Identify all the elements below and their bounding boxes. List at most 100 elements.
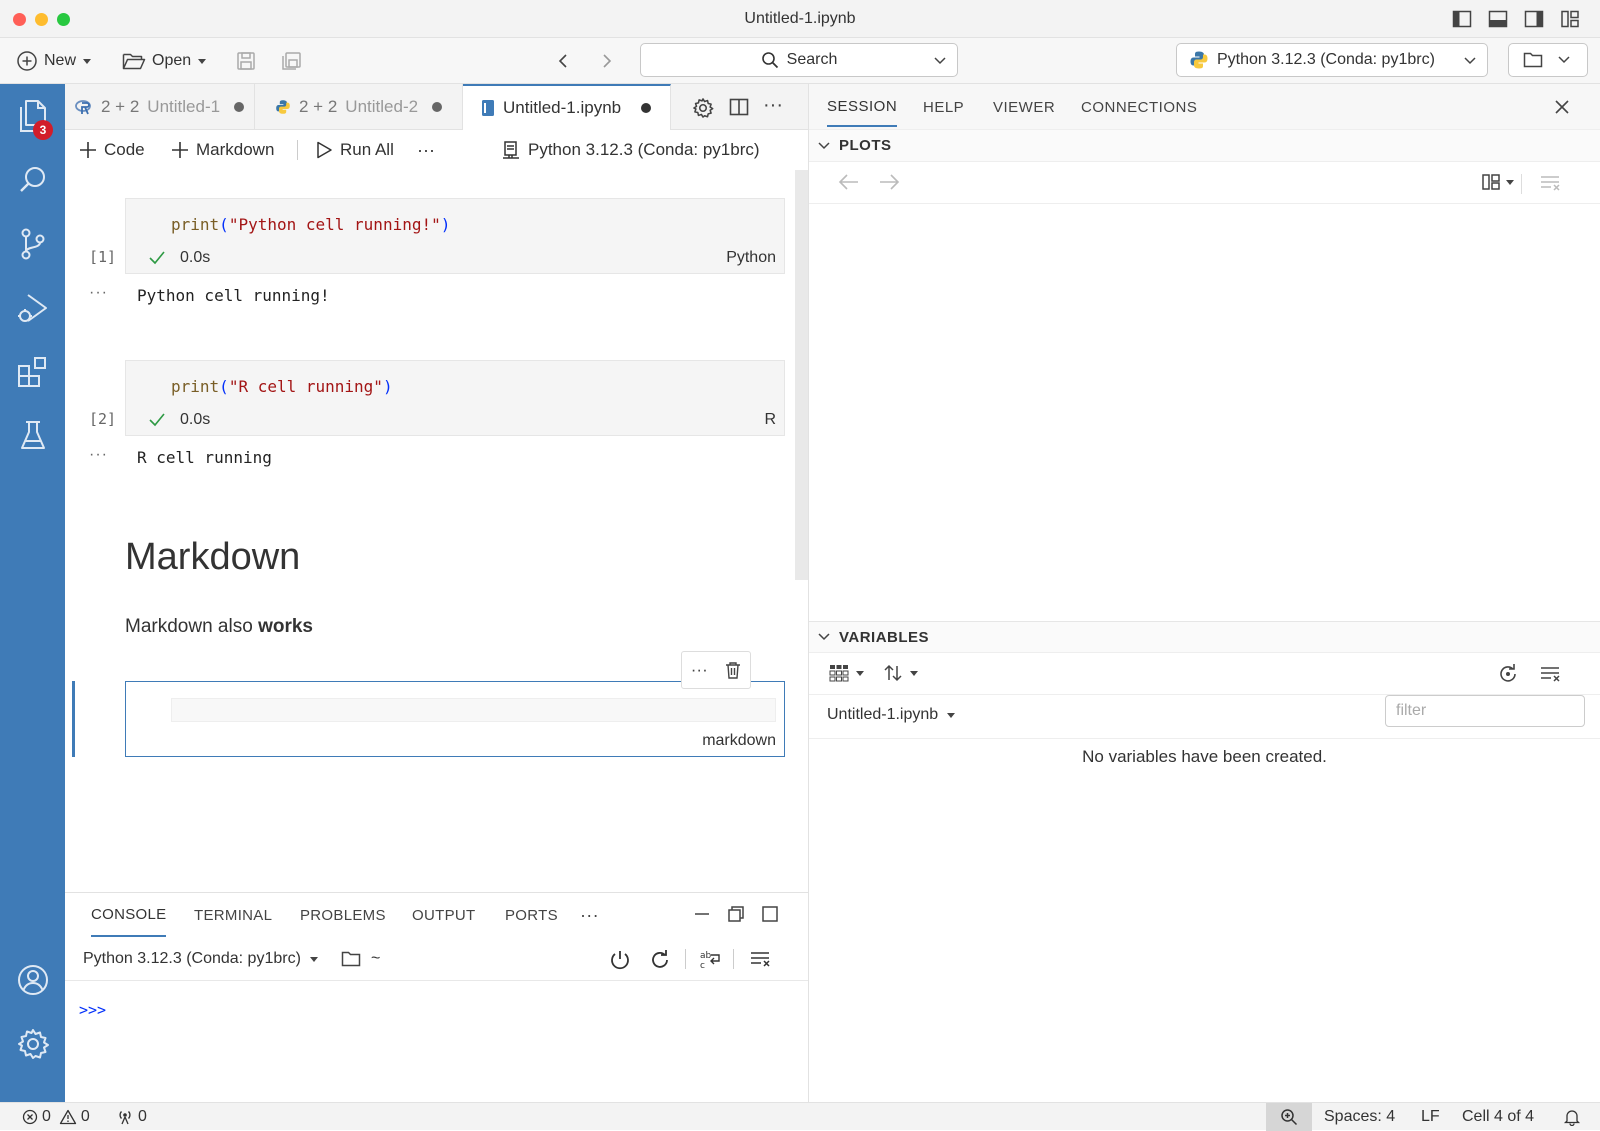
panel-more-tabs-icon[interactable]: ··· <box>580 893 599 937</box>
cell-language[interactable]: R <box>764 411 776 429</box>
console-prompt[interactable]: >>> <box>79 1001 106 1019</box>
notebook-more-actions-icon[interactable]: ··· <box>417 130 435 170</box>
split-editor-icon[interactable] <box>729 97 749 117</box>
run-debug-button[interactable] <box>0 278 65 338</box>
manage-settings-button[interactable] <box>0 1014 65 1074</box>
chevron-down-icon <box>818 141 830 149</box>
variables-section-header[interactable]: VARIABLES <box>809 621 1600 653</box>
aux-tab-help[interactable]: HELP <box>923 84 964 130</box>
clear-plots-icon[interactable] <box>1539 173 1561 193</box>
next-plot-icon[interactable] <box>877 172 901 192</box>
variables-sort-selector[interactable] <box>883 663 919 683</box>
console-session-selector[interactable]: Python 3.12.3 (Conda: py1brc) <box>83 937 319 981</box>
console-working-directory[interactable]: ~ <box>341 937 380 981</box>
panel-tab-problems[interactable]: PROBLEMS <box>300 893 386 937</box>
ports-status[interactable]: 0 <box>116 1103 147 1131</box>
close-aux-panel-icon[interactable] <box>1553 98 1571 116</box>
plot-layout-selector[interactable] <box>1481 172 1515 192</box>
restore-panel-icon[interactable] <box>727 905 745 923</box>
explorer-button[interactable]: 3 <box>0 86 65 146</box>
chevron-down-icon[interactable] <box>933 55 947 67</box>
tab-untitled-1-console[interactable]: 2 + 2 Untitled-1 <box>65 84 255 130</box>
variables-source-selector[interactable]: Untitled-1.ipynb <box>827 695 956 735</box>
unsaved-dot-icon[interactable] <box>432 102 443 112</box>
open-button[interactable]: Open <box>122 38 207 84</box>
clear-console-icon[interactable] <box>749 949 771 969</box>
kernel-selector[interactable]: Python 3.12.3 (Conda: py1brc) <box>501 130 760 170</box>
panel-tab-terminal[interactable]: TERMINAL <box>194 893 272 937</box>
code-line[interactable]: print("Python cell running!") <box>171 215 450 234</box>
panel-tab-console[interactable]: CONSOLE <box>91 893 167 937</box>
toggle-panel-icon[interactable] <box>1488 9 1508 29</box>
problems-status[interactable]: 0 0 <box>22 1103 90 1131</box>
plus-icon <box>80 142 96 158</box>
extensions-button[interactable] <box>0 342 65 402</box>
layout-grid-icon <box>1482 174 1500 190</box>
trash-icon[interactable] <box>725 661 741 679</box>
navigate-forward-button[interactable] <box>600 38 614 84</box>
add-markdown-cell-button[interactable]: Markdown <box>171 130 274 170</box>
run-all-button[interactable]: Run All <box>315 130 394 170</box>
notebook-scrollbar[interactable] <box>795 170 808 580</box>
search-view-button[interactable] <box>0 150 65 210</box>
customize-layout-icon[interactable] <box>1560 9 1580 29</box>
navigate-back-button[interactable] <box>556 38 570 84</box>
save-button[interactable] <box>236 38 256 84</box>
title-bar: Untitled-1.ipynb <box>0 0 1600 38</box>
output-actions-icon[interactable]: ··· <box>89 284 108 302</box>
variables-source-label: Untitled-1.ipynb <box>827 706 939 723</box>
command-center-search[interactable]: Search <box>640 43 958 77</box>
python-icon <box>1190 51 1208 69</box>
toggle-primary-sidebar-icon[interactable] <box>1452 9 1472 29</box>
markdown-paragraph: Markdown also works <box>125 616 313 638</box>
previous-plot-icon[interactable] <box>837 172 861 192</box>
new-button[interactable]: New <box>16 38 92 84</box>
variables-grouping-selector[interactable] <box>829 663 865 683</box>
restart-icon[interactable] <box>649 949 671 971</box>
aux-tab-viewer[interactable]: VIEWER <box>993 84 1055 130</box>
add-code-cell-button[interactable]: Code <box>79 130 145 170</box>
editor-tab-bar: 2 + 2 Untitled-1 2 + 2 Untitled-2 Untitl… <box>65 84 808 130</box>
minimize-panel-icon[interactable] <box>693 905 711 923</box>
markdown-cell-input[interactable] <box>171 698 776 722</box>
interpreter-selector[interactable]: Python 3.12.3 (Conda: py1brc) <box>1176 43 1488 77</box>
cell-more-actions-icon[interactable]: ··· <box>691 660 708 680</box>
zoom-status-icon[interactable] <box>1266 1103 1312 1131</box>
save-all-button[interactable] <box>280 38 302 84</box>
power-icon[interactable] <box>609 949 631 971</box>
tab-untitled-1-notebook[interactable]: Untitled-1.ipynb <box>463 84 671 130</box>
variables-filter-input[interactable] <box>1385 695 1585 727</box>
source-control-button[interactable] <box>0 214 65 274</box>
cell-language[interactable]: markdown <box>702 732 776 750</box>
unsaved-dot-icon[interactable] <box>234 102 245 112</box>
code-cell[interactable]: print("R cell running") 0.0s R <box>125 360 785 436</box>
working-folder-selector[interactable] <box>1508 43 1588 77</box>
notifications-bell-icon[interactable] <box>1563 1103 1581 1131</box>
maximize-panel-icon[interactable] <box>761 905 779 923</box>
code-line[interactable]: print("R cell running") <box>171 377 393 396</box>
word-wrap-icon[interactable]: ab c <box>699 949 721 969</box>
notebook-settings-gear-icon[interactable] <box>692 97 714 119</box>
cell-position-status[interactable]: Cell 4 of 4 <box>1462 1103 1534 1131</box>
output-actions-icon[interactable]: ··· <box>89 446 108 464</box>
end-of-line-status[interactable]: LF <box>1421 1103 1440 1131</box>
panel-tab-ports[interactable]: PORTS <box>505 893 558 937</box>
aux-tab-session[interactable]: SESSION <box>827 87 898 127</box>
unsaved-dot-icon[interactable] <box>641 103 652 113</box>
editor-more-actions-icon[interactable]: ··· <box>763 94 783 117</box>
clear-variables-icon[interactable] <box>1539 664 1561 684</box>
plots-section-header[interactable]: PLOTS <box>809 130 1600 162</box>
refresh-variables-icon[interactable] <box>1497 663 1519 685</box>
add-markdown-label: Markdown <box>196 140 275 159</box>
notebook-toolbar: Code Markdown Run All ··· Python 3.12.3 … <box>65 130 808 170</box>
code-cell[interactable]: print("Python cell running!") 0.0s Pytho… <box>125 198 785 274</box>
cell-language[interactable]: Python <box>726 249 776 267</box>
tab-untitled-2-console[interactable]: 2 + 2 Untitled-2 <box>255 84 463 130</box>
indentation-status[interactable]: Spaces: 4 <box>1324 1103 1395 1131</box>
testing-button[interactable] <box>0 406 65 466</box>
toggle-secondary-sidebar-icon[interactable] <box>1524 9 1544 29</box>
aux-tab-connections[interactable]: CONNECTIONS <box>1081 84 1197 130</box>
accounts-button[interactable] <box>0 950 65 1010</box>
markdown-edit-cell[interactable]: markdown <box>125 681 785 757</box>
panel-tab-output[interactable]: OUTPUT <box>412 893 475 937</box>
